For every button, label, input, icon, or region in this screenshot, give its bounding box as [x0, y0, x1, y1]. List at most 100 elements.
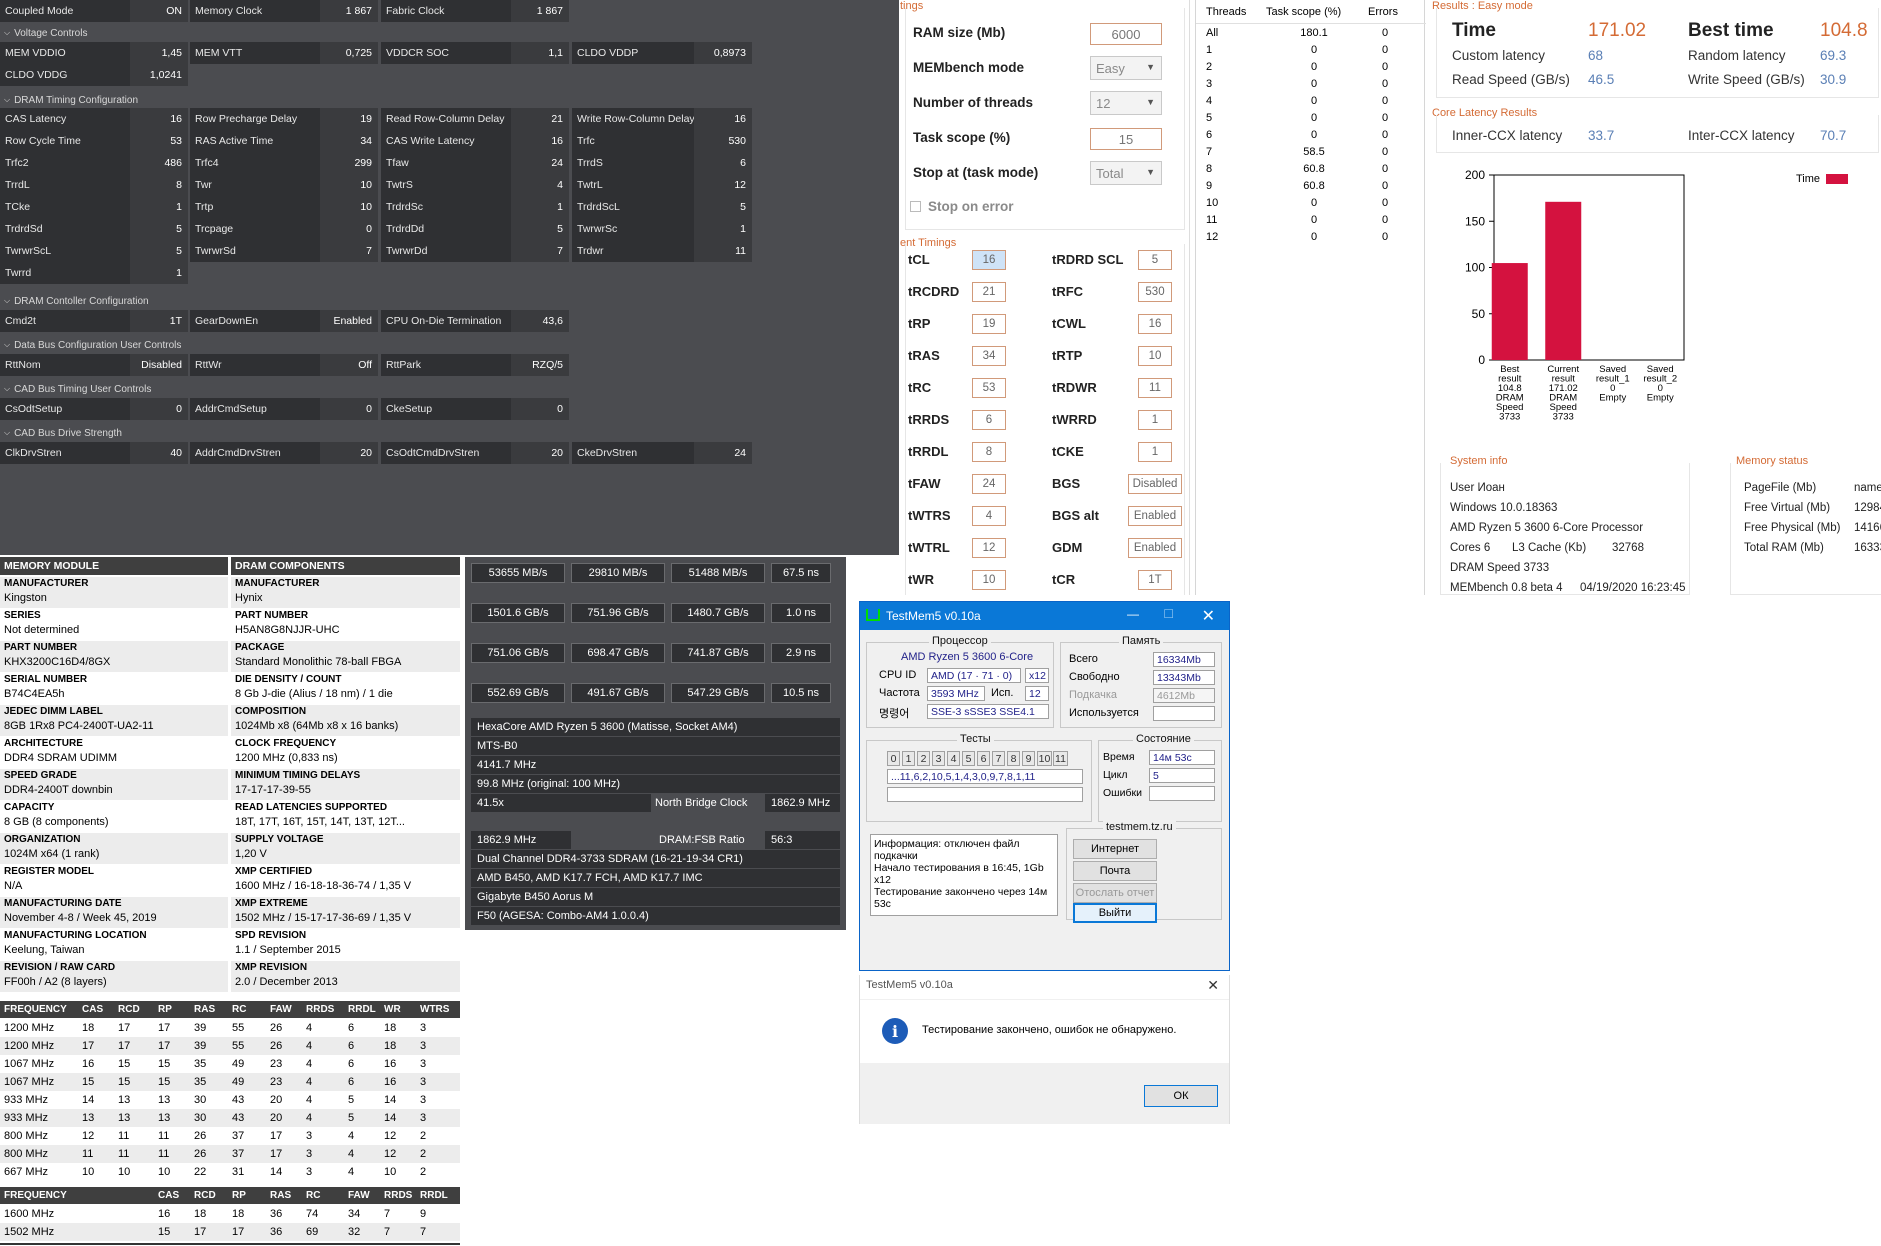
table-cell: 23	[270, 1076, 283, 1088]
timing-input[interactable]: 6	[972, 410, 1006, 430]
mail-button[interactable]: Почта	[1073, 861, 1157, 881]
free-field: 13343Mb	[1153, 670, 1215, 685]
timing-input[interactable]: 1T	[1138, 570, 1172, 590]
timing-value: 16	[511, 130, 569, 152]
timing-cell: Twrrd 1	[0, 262, 188, 284]
table-row: 800 MHz 12 11 11 26 37 17 3 4 12 2	[0, 1127, 460, 1145]
thread-scope: 0	[1310, 112, 1318, 124]
close-icon[interactable]: ✕	[1207, 977, 1219, 994]
chevron-down-icon[interactable]: ⌵	[4, 28, 10, 38]
timing-label: tRCDRD	[908, 284, 960, 299]
chevron-down-icon[interactable]: ⌵	[4, 384, 10, 394]
timing-input[interactable]: 1	[1138, 442, 1172, 462]
timing-input[interactable]: 5	[1138, 250, 1172, 270]
scope-input[interactable]: 15	[1090, 128, 1162, 150]
send-report-button[interactable]: Отослать отчет	[1073, 883, 1157, 903]
table-cell: 3	[420, 1022, 427, 1034]
table-cell: 49	[232, 1058, 245, 1070]
timing-input[interactable]: Disabled	[1128, 474, 1182, 494]
section-header[interactable]: ⌵ CAD Bus Drive Strength	[0, 425, 899, 441]
timing-label: VDDCR SOC	[386, 47, 450, 59]
exit-button[interactable]: Выйти	[1073, 903, 1157, 923]
timing-value: 1	[511, 196, 569, 218]
site-link[interactable]: testmem.tz.ru	[1103, 821, 1176, 833]
timing-input[interactable]: 8	[972, 442, 1006, 462]
y-tick-label: 50	[1472, 307, 1486, 321]
table-cell: 43	[232, 1094, 245, 1106]
close-icon[interactable]: ✕	[1202, 606, 1215, 626]
timing-input[interactable]: 530	[1138, 282, 1172, 302]
section-header[interactable]: ⌵ DRAM Timing Configuration	[0, 92, 899, 108]
table-cell: 15	[158, 1226, 171, 1238]
timing-input[interactable]: 24	[972, 474, 1006, 494]
table-cell: 17	[232, 1226, 245, 1238]
timing-input[interactable]: 12	[972, 538, 1006, 558]
timing-input[interactable]: 19	[972, 314, 1006, 334]
table-cell: 11	[118, 1130, 130, 1142]
spd-field: COMPOSITION 1024Mb x8 (64Mb x8 x 16 banks…	[231, 705, 460, 736]
section-header[interactable]: ⌵ Voltage Controls	[0, 25, 899, 41]
timing-input[interactable]: 16	[1138, 314, 1172, 334]
timing-input[interactable]: 53	[972, 378, 1006, 398]
maximize-icon[interactable]: ☐	[1163, 607, 1174, 621]
timing-cell: Tfaw 24	[381, 152, 569, 174]
timing-input[interactable]: 10	[972, 570, 1006, 590]
benchmark-value: 1501.6 GB/s	[471, 603, 565, 623]
testmem5-window: TestMem5 v0.10a — ☐ ✕ Процессор AMD Ryze…	[859, 601, 1230, 971]
log-textarea[interactable]: Информация: отключен файл подкачки Начал…	[870, 834, 1058, 916]
ok-button[interactable]: ОК	[1144, 1085, 1218, 1107]
timing-input[interactable]: Enabled	[1128, 506, 1182, 526]
test-box: 0	[887, 751, 900, 766]
timing-value: 11	[694, 240, 752, 262]
timing-input[interactable]: 16	[972, 250, 1006, 270]
table-cell: 17	[158, 1040, 171, 1052]
bar	[1491, 263, 1528, 360]
timing-value: ON	[130, 0, 188, 22]
minimize-icon[interactable]: —	[1127, 607, 1139, 621]
log-line: Информация: отключен файл подкачки	[874, 838, 1020, 862]
timing-cell: ClkDrvStren 40	[0, 442, 188, 464]
internet-button[interactable]: Интернет	[1073, 839, 1157, 859]
stop-on-error-checkbox[interactable]	[910, 201, 921, 212]
membench-settings-panel: tings RAM size (Mb) 6000 MEMbench mode E…	[900, 0, 1190, 595]
timing-input[interactable]: 10	[1138, 346, 1172, 366]
section-header[interactable]: ⌵ CAD Bus Timing User Controls	[0, 381, 899, 397]
spd-field-key: MINIMUM TIMING DELAYS	[235, 770, 361, 781]
timing-input[interactable]: 34	[972, 346, 1006, 366]
mode-label: MEMbench mode	[913, 60, 1025, 75]
timing-value: 16	[694, 108, 752, 130]
chevron-down-icon[interactable]: ⌵	[4, 95, 10, 105]
chevron-down-icon[interactable]: ⌵	[4, 296, 10, 306]
section-header[interactable]: ⌵ DRAM Contoller Configuration	[0, 293, 899, 309]
mode-value: Easy	[1096, 60, 1125, 76]
timing-input[interactable]: Enabled	[1128, 538, 1182, 558]
stop-select[interactable]: Total ▼	[1090, 161, 1162, 185]
timing-label: TwrwrScL	[5, 245, 52, 257]
timing-input[interactable]: 4	[972, 506, 1006, 526]
timing-label: CLDO VDDP	[577, 47, 639, 59]
spd-field-value: 1502 MHz / 15-17-17-36-69 / 1,35 V	[235, 912, 412, 924]
timing-label: tRDRD SCL	[1052, 252, 1124, 267]
ram-size-input[interactable]: 6000	[1090, 23, 1162, 45]
custom-latency-value: 68	[1588, 48, 1604, 63]
test-box: 2	[917, 751, 930, 766]
section-header[interactable]: ⌵ Data Bus Configuration User Controls	[0, 337, 899, 353]
timing-input[interactable]: 1	[1138, 410, 1172, 430]
timing-input[interactable]: 21	[972, 282, 1006, 302]
table-cell: 14	[384, 1094, 397, 1106]
table-cell: 18	[384, 1022, 397, 1034]
spd-field-key: ARCHITECTURE	[4, 738, 83, 749]
timing-input[interactable]: 11	[1138, 378, 1172, 398]
spd-info-panel: MEMORY MODULE DRAM COMPONENTS MANUFACTURER…	[0, 557, 460, 1246]
chevron-down-icon[interactable]: ⌵	[4, 428, 10, 438]
thread-row: 8 60.8 0	[1196, 163, 1426, 180]
benchmark-value: 751.96 GB/s	[571, 603, 665, 623]
inner-ccx-label: Inner-CCX latency	[1452, 128, 1563, 143]
mode-select[interactable]: Easy ▼	[1090, 56, 1162, 80]
threads-select[interactable]: 12 ▼	[1090, 91, 1162, 115]
table-cell: 17	[270, 1130, 283, 1142]
timing-cell: TrdrdDd 5	[381, 218, 569, 240]
spd-field-value: Standard Monolithic 78-ball FBGA	[235, 656, 402, 668]
timing-value: 1	[130, 196, 188, 218]
chevron-down-icon[interactable]: ⌵	[4, 340, 10, 350]
